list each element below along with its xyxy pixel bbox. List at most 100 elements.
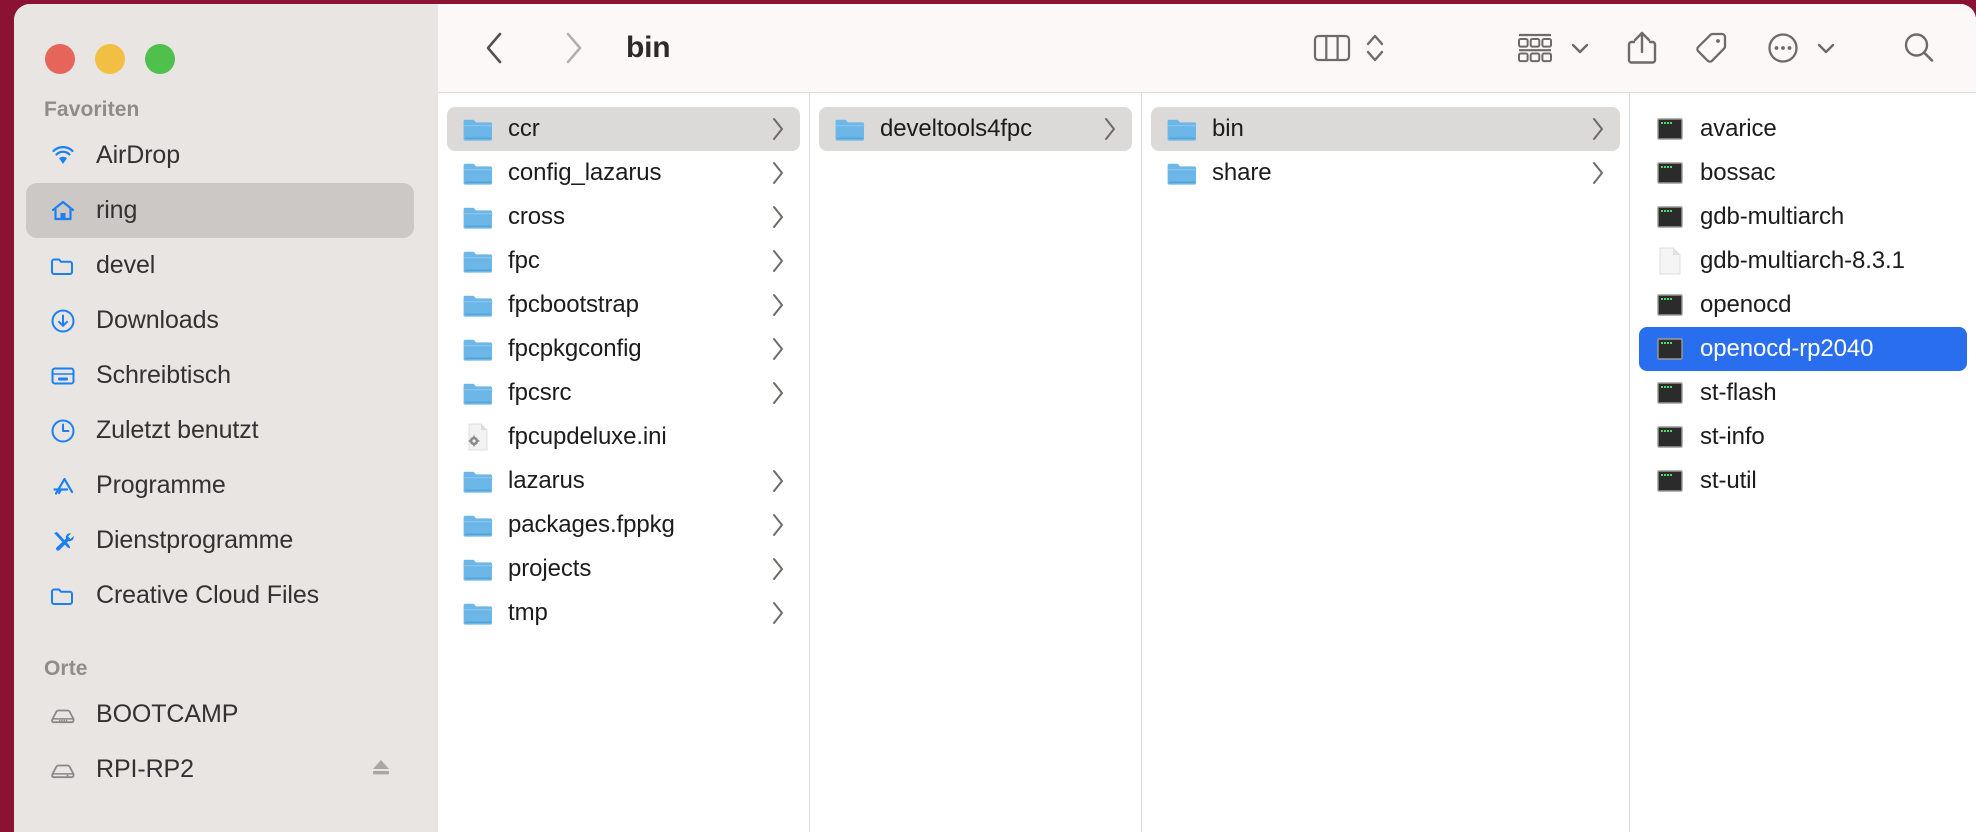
chevron-down-icon[interactable] xyxy=(1568,23,1592,73)
sidebar-section-title: Orte xyxy=(44,657,88,680)
minimize-button[interactable] xyxy=(95,44,125,74)
list-item[interactable]: projects xyxy=(447,547,800,591)
sidebar-item-programme[interactable]: Programme xyxy=(26,458,414,513)
eject-icon[interactable] xyxy=(370,756,392,783)
close-button[interactable] xyxy=(45,44,75,74)
column-2[interactable]: develtools4fpc xyxy=(810,93,1142,832)
list-item[interactable]: fpcupdeluxe.ini xyxy=(447,415,800,459)
config-file-icon xyxy=(463,422,493,452)
list-item-label: tmp xyxy=(508,599,548,626)
column-browser: ccr config_lazarus cross fpc fpcbootstra… xyxy=(438,92,1976,832)
list-item[interactable]: tmp xyxy=(447,591,800,635)
sidebar-item-devel[interactable]: devel xyxy=(26,238,414,293)
list-item[interactable]: fpcsrc xyxy=(447,371,800,415)
chevron-down-icon[interactable] xyxy=(1814,23,1838,73)
folder-icon xyxy=(463,114,493,144)
list-item-label: packages.fppkg xyxy=(508,511,675,538)
folder-icon xyxy=(48,251,78,281)
desktop-icon xyxy=(48,361,78,391)
list-item[interactable]: bin xyxy=(1151,107,1620,151)
list-item[interactable]: fpcpkgconfig xyxy=(447,327,800,371)
column-1[interactable]: ccr config_lazarus cross fpc fpcbootstra… xyxy=(438,93,810,832)
sidebar-item-label: Zuletzt benutzt xyxy=(96,416,259,444)
zoom-button[interactable] xyxy=(145,44,175,74)
folder-icon xyxy=(48,581,78,611)
sidebar-item-airdrop[interactable]: AirDrop xyxy=(26,128,414,183)
list-item[interactable]: packages.fppkg xyxy=(447,503,800,547)
sidebar-item-dienstprogramme[interactable]: Dienstprogramme xyxy=(26,513,414,568)
list-item[interactable]: cross xyxy=(447,195,800,239)
list-item[interactable]: fpcbootstrap xyxy=(447,283,800,327)
column-3[interactable]: bin share xyxy=(1142,93,1630,832)
list-item-label: st-util xyxy=(1700,467,1757,494)
more-actions-button[interactable] xyxy=(1764,23,1802,73)
chevron-right-icon xyxy=(770,336,786,362)
column-view-button[interactable] xyxy=(1312,23,1352,73)
search-button[interactable] xyxy=(1900,23,1938,73)
chevron-right-icon xyxy=(770,248,786,274)
download-icon xyxy=(48,306,78,336)
sidebar-item-label: BOOTCAMP xyxy=(96,700,239,728)
chevron-right-icon xyxy=(770,468,786,494)
list-item-label: avarice xyxy=(1700,115,1777,142)
list-item[interactable]: ccr xyxy=(447,107,800,151)
folder-icon xyxy=(1167,158,1197,188)
list-item-label: st-flash xyxy=(1700,379,1777,406)
list-item-label: config_lazarus xyxy=(508,159,662,186)
list-item[interactable]: gdb-multiarch-8.3.1 xyxy=(1639,239,1967,283)
executable-icon xyxy=(1655,334,1685,364)
list-item[interactable]: st-info xyxy=(1639,415,1967,459)
sidebar-item-label: Dienstprogramme xyxy=(96,526,294,554)
list-item-label: lazarus xyxy=(508,467,585,494)
list-item[interactable]: st-flash xyxy=(1639,371,1967,415)
back-button[interactable] xyxy=(472,25,518,71)
column-4[interactable]: avarice bossac gdb-multiarch gdb-multiar… xyxy=(1630,93,1976,832)
finder-window: Favoriten AirDrop ring devel Downloads S… xyxy=(14,4,1976,832)
list-item[interactable]: gdb-multiarch xyxy=(1639,195,1967,239)
folder-icon xyxy=(463,598,493,628)
list-item[interactable]: share xyxy=(1151,151,1620,195)
list-item[interactable]: bossac xyxy=(1639,151,1967,195)
sidebar-item-zuletzt-benutzt[interactable]: Zuletzt benutzt xyxy=(26,403,414,458)
share-button[interactable] xyxy=(1624,23,1660,73)
chevron-right-icon xyxy=(1590,160,1606,186)
list-item-label: cross xyxy=(508,203,565,230)
sidebar-item-label: Creative Cloud Files xyxy=(96,581,320,609)
applications-icon xyxy=(48,471,78,501)
drive-icon xyxy=(48,755,78,785)
list-item[interactable]: develtools4fpc xyxy=(819,107,1132,151)
list-item[interactable]: config_lazarus xyxy=(447,151,800,195)
folder-icon xyxy=(463,158,493,188)
list-item[interactable]: openocd xyxy=(1639,283,1967,327)
executable-icon xyxy=(1655,466,1685,496)
list-item[interactable]: lazarus xyxy=(447,459,800,503)
sidebar-item-rpi-rp2[interactable]: RPI-RP2 xyxy=(26,742,414,797)
list-item-label: gdb-multiarch xyxy=(1700,203,1845,230)
executable-icon xyxy=(1655,114,1685,144)
forward-button[interactable] xyxy=(550,25,596,71)
sidebar-item-downloads[interactable]: Downloads xyxy=(26,293,414,348)
list-item-label: projects xyxy=(508,555,592,582)
sidebar: Favoriten AirDrop ring devel Downloads S… xyxy=(14,4,438,832)
sidebar-item-label: Programme xyxy=(96,471,226,499)
sidebar-item-schreibtisch[interactable]: Schreibtisch xyxy=(26,348,414,403)
list-item[interactable]: st-util xyxy=(1639,459,1967,503)
list-item[interactable]: avarice xyxy=(1639,107,1967,151)
sidebar-item-ring[interactable]: ring xyxy=(26,183,414,238)
sidebar-item-creative-cloud-files[interactable]: Creative Cloud Files xyxy=(26,568,414,623)
list-item-label: fpcupdeluxe.ini xyxy=(508,423,667,450)
list-item-label: fpcpkgconfig xyxy=(508,335,642,362)
tags-button[interactable] xyxy=(1692,23,1730,73)
list-item[interactable]: openocd-rp2040 xyxy=(1639,327,1967,371)
executable-icon xyxy=(1655,158,1685,188)
home-icon xyxy=(48,196,78,226)
chevron-right-icon xyxy=(770,204,786,230)
list-item-label: gdb-multiarch-8.3.1 xyxy=(1700,247,1905,274)
sidebar-section-favoriten: Favoriten AirDrop ring devel Downloads S… xyxy=(14,98,438,623)
chevron-right-icon xyxy=(770,160,786,186)
chevron-right-icon xyxy=(770,600,786,626)
list-item[interactable]: fpc xyxy=(447,239,800,283)
view-stepper-button[interactable] xyxy=(1364,23,1386,73)
sidebar-item-bootcamp[interactable]: BOOTCAMP xyxy=(26,687,414,742)
group-items-button[interactable] xyxy=(1514,23,1556,73)
